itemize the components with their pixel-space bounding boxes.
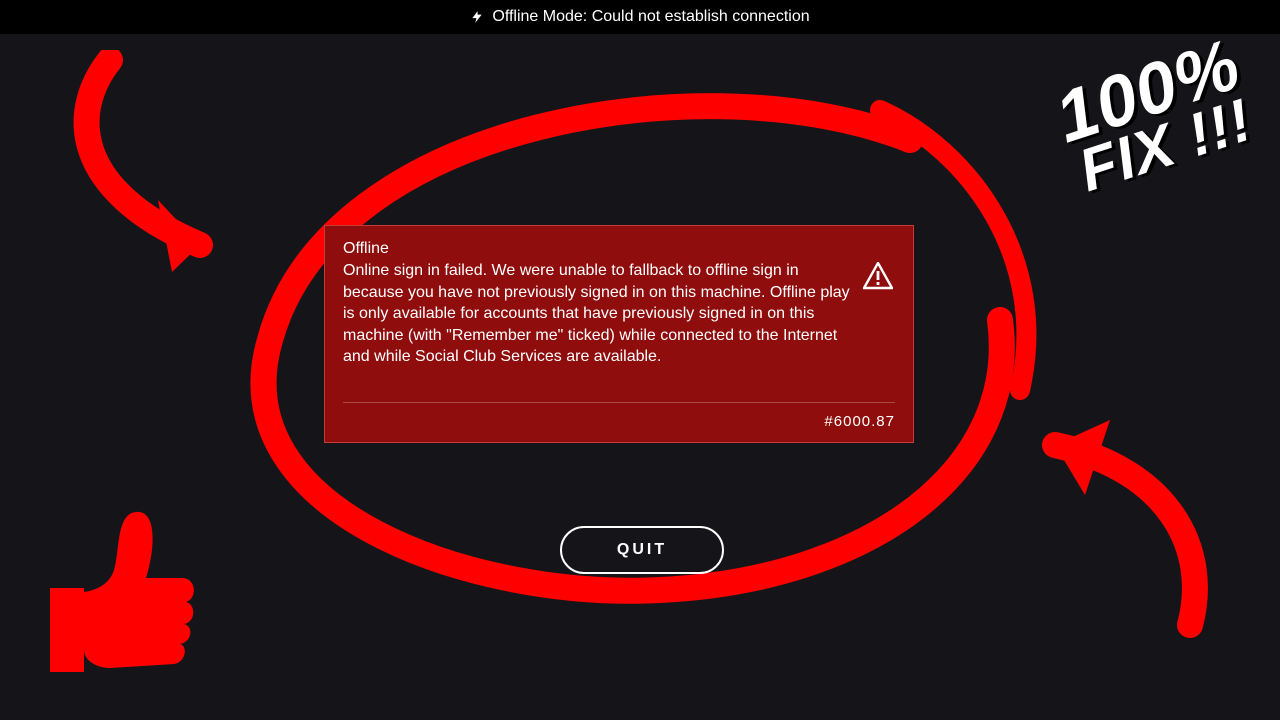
offline-error-card: Offline Online sign in failed. We were u…	[324, 225, 914, 443]
arrow-annotation-top-left	[40, 50, 300, 290]
fix-annotation: 100% FIX !!!	[1049, 34, 1263, 199]
arrow-annotation-bottom-right	[960, 400, 1220, 640]
thumbs-up-icon	[40, 500, 200, 680]
quit-button[interactable]: QUIT	[560, 526, 724, 574]
lightning-icon	[470, 10, 484, 24]
warning-icon	[861, 260, 895, 368]
offline-status-text: Offline Mode: Could not establish connec…	[492, 8, 809, 26]
offline-status-bar: Offline Mode: Could not establish connec…	[0, 0, 1280, 34]
quit-button-label: QUIT	[617, 541, 667, 559]
error-title: Offline	[343, 240, 895, 258]
error-code: #6000.87	[343, 402, 895, 430]
error-message: Online sign in failed. We were unable to…	[343, 260, 851, 368]
